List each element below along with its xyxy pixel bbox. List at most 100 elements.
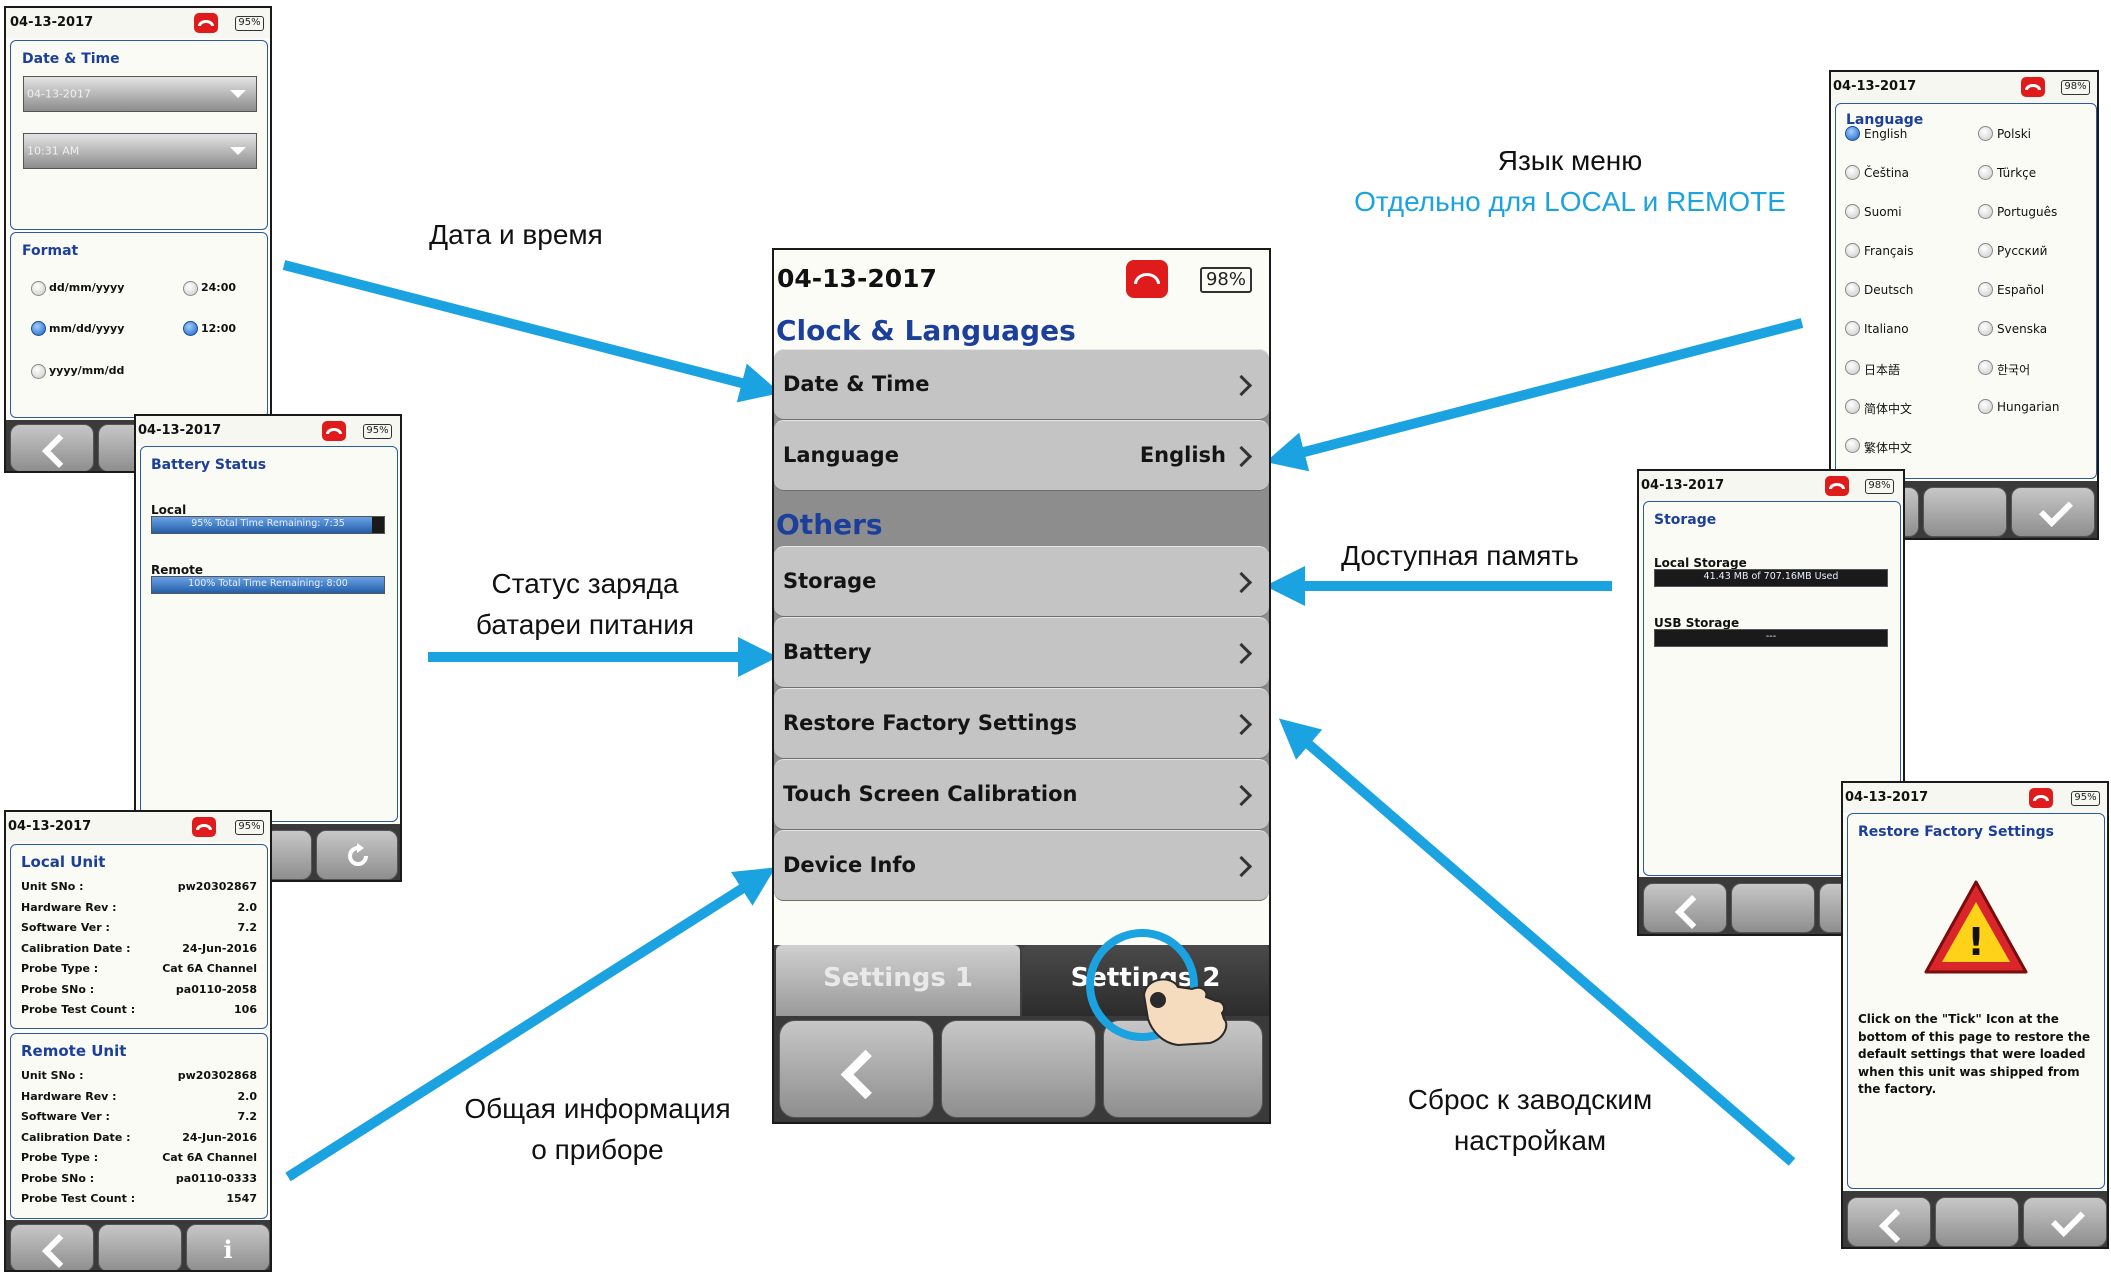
status-date: 04-13-2017: [10, 15, 94, 30]
radio-format-3[interactable]: [183, 281, 198, 296]
menu-label: Device Info: [783, 853, 916, 877]
info-key: Probe SNo :: [21, 1171, 95, 1185]
menu-language[interactable]: Language English: [774, 420, 1269, 491]
local-storage-bar: 41.43 MB of 707.16MB Used: [1654, 569, 1888, 587]
caption-device-info-line2: о приборе: [531, 1134, 664, 1165]
confirm-button[interactable]: [2023, 1197, 2107, 1247]
format-label-2: yyyy/mm/dd: [49, 364, 125, 377]
status-bar: 04-13-2017 98%: [1639, 471, 1903, 501]
section-others: Others: [776, 508, 883, 541]
info-key: Software Ver :: [21, 921, 110, 934]
info-value: pa0110-0333: [175, 1171, 257, 1185]
caption-battery-line1: Статус заряда: [491, 568, 679, 599]
radio-format-4[interactable]: [183, 321, 198, 336]
back-arrow-icon: [1675, 895, 1709, 929]
phone-hangup-icon[interactable]: [1126, 260, 1168, 298]
phone-hangup-icon[interactable]: [1825, 476, 1849, 496]
chevron-down-icon: [230, 147, 246, 155]
back-button[interactable]: [10, 424, 94, 471]
blank-button[interactable]: [1731, 883, 1815, 933]
phone-hangup-icon[interactable]: [2021, 77, 2045, 97]
local-label: Local: [151, 503, 187, 517]
info-button[interactable]: i: [186, 1224, 270, 1270]
phone-hangup-icon[interactable]: [194, 13, 218, 33]
language-radio[interactable]: [1978, 360, 1993, 375]
language-radio[interactable]: [1978, 399, 1993, 414]
menu-touch-screen-calibration[interactable]: Touch Screen Calibration: [774, 759, 1269, 830]
chevron-right-icon: [1230, 374, 1253, 397]
radio-format-1[interactable]: [31, 321, 46, 336]
confirm-button[interactable]: [2011, 487, 2095, 537]
language-option-label: 简体中文: [1864, 402, 1913, 416]
hand-pointer-icon: [1086, 929, 1228, 1047]
chevron-right-icon: [1230, 784, 1253, 807]
remote-battery-text: 100% Total Time Remaining: 8:00: [188, 578, 348, 589]
chevron-down-icon: [230, 90, 246, 98]
caption-storage: Доступная память: [1341, 540, 1579, 571]
blank-button[interactable]: [98, 1224, 182, 1270]
radio-format-0[interactable]: [31, 281, 46, 296]
tab-settings-1[interactable]: Settings 1: [776, 945, 1020, 1016]
language-radio[interactable]: [1978, 165, 1993, 180]
back-button[interactable]: [779, 1020, 934, 1118]
language-radio[interactable]: [1978, 126, 1993, 141]
back-button[interactable]: [10, 1224, 94, 1270]
language-radio[interactable]: [1845, 399, 1860, 414]
language-option-label: Русский: [1997, 244, 2048, 258]
language-option-label: Türkçe: [1997, 166, 2037, 180]
radio-format-2[interactable]: [31, 364, 46, 379]
language-radio[interactable]: [1845, 165, 1860, 180]
language-option-label: Suomi: [1864, 205, 1902, 219]
format-panel: Format dd/mm/yyyy mm/dd/yyyy yyyy/mm/dd …: [10, 232, 268, 418]
blank-button[interactable]: [1935, 1197, 2019, 1247]
language-panel: Language English Čeština Suomi Français Deut…: [1835, 103, 2097, 479]
status-date: 04-13-2017: [777, 264, 937, 293]
back-button[interactable]: [1847, 1197, 1931, 1247]
menu-label: Storage: [783, 569, 877, 593]
language-radio[interactable]: [1978, 321, 1993, 336]
storage-title: Storage: [1654, 512, 1717, 528]
menu-storage[interactable]: Storage: [774, 546, 1269, 617]
phone-hangup-icon[interactable]: [322, 421, 346, 441]
language-radio[interactable]: [1978, 243, 1993, 258]
language-radio[interactable]: [1845, 438, 1860, 453]
language-option-label: 한국어: [1997, 363, 2031, 377]
info-value: 106: [234, 1003, 257, 1016]
status-bar: 04-13-2017 95%: [136, 416, 400, 446]
language-radio[interactable]: [1845, 282, 1860, 297]
caption-battery-line2: батареи питания: [475, 609, 695, 640]
blank-button[interactable]: [1923, 487, 2007, 537]
language-radio[interactable]: [1845, 321, 1860, 336]
menu-device-info[interactable]: Device Info: [774, 830, 1269, 901]
language-radio[interactable]: [1978, 204, 1993, 219]
time-dropdown[interactable]: 10:31 AM: [23, 133, 257, 169]
info-value: 2.0: [237, 900, 258, 914]
chevron-right-icon: [1230, 445, 1253, 468]
language-radio[interactable]: [1845, 204, 1860, 219]
info-value: pw20302867: [177, 880, 257, 893]
menu-label: Battery: [783, 640, 872, 664]
language-radio[interactable]: [1845, 360, 1860, 375]
info-value: 24-Jun-2016: [182, 1130, 257, 1144]
battery-icon: 98%: [1865, 479, 1894, 494]
menu-battery[interactable]: Battery: [774, 617, 1269, 688]
phone-hangup-icon[interactable]: [2029, 788, 2053, 808]
caption-restore-line1: Сброс к заводским: [1407, 1084, 1653, 1115]
restore-panel: Restore Factory Settings ! Click on the …: [1847, 813, 2105, 1189]
language-radio[interactable]: [1845, 243, 1860, 258]
caption-language-line2: Отдельно для LOCAL и REMOTE: [1354, 186, 1786, 217]
phone-hangup-icon[interactable]: [192, 817, 216, 837]
usb-storage-text: ---: [1765, 631, 1777, 642]
refresh-button[interactable]: [316, 830, 398, 880]
language-radio[interactable]: [1845, 126, 1860, 141]
caption-language-line1: Язык меню: [1497, 145, 1643, 176]
back-button[interactable]: [1643, 883, 1727, 933]
language-radio[interactable]: [1978, 282, 1993, 297]
menu-date-time[interactable]: Date & Time: [774, 349, 1269, 420]
blank-button[interactable]: [941, 1020, 1096, 1118]
date-dropdown[interactable]: 04-13-2017: [23, 76, 257, 112]
back-arrow-icon: [42, 434, 76, 468]
status-bar: 04-13-2017 98%: [774, 250, 1269, 310]
menu-restore-factory-settings[interactable]: Restore Factory Settings: [774, 688, 1269, 759]
bottom-bar: [1843, 1191, 2107, 1247]
